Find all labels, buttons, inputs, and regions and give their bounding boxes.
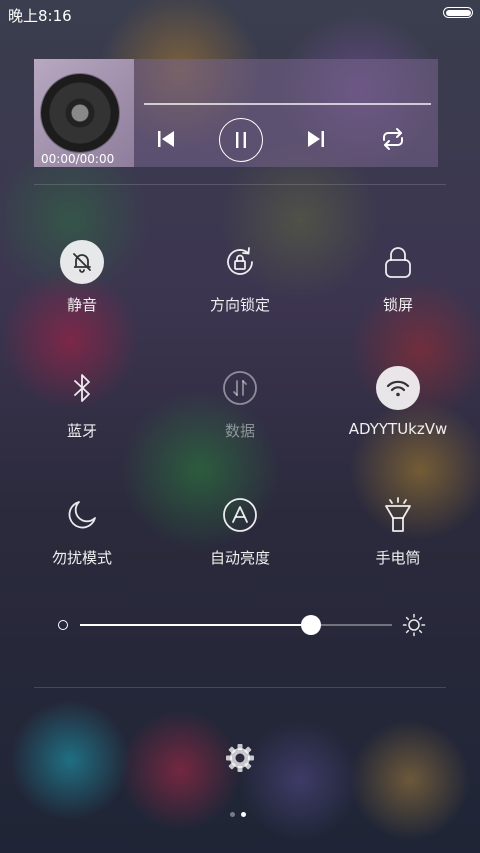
bell-off-icon [60, 240, 104, 284]
brightness-low-icon [58, 620, 68, 630]
rotation-lock-icon [218, 240, 262, 284]
skip-next-icon [308, 131, 324, 147]
toggle-bluetooth[interactable]: 蓝牙 [7, 366, 157, 456]
divider [34, 184, 446, 185]
toggle-flashlight[interactable]: 手电筒 [323, 493, 473, 583]
toggle-label: 锁屏 [382, 296, 413, 314]
toggle-label: 手电筒 [375, 549, 421, 567]
settings-button[interactable] [224, 742, 256, 774]
toggle-rotation-lock[interactable]: 方向锁定 [165, 240, 315, 330]
page-dot [241, 812, 246, 817]
status-time: 晚上8:16 [8, 7, 72, 25]
toggle-mobile-data[interactable]: 数据 [165, 366, 315, 456]
playback-progress[interactable] [144, 103, 431, 105]
brightness-thumb[interactable] [300, 615, 321, 635]
moon-icon [60, 493, 104, 537]
toggle-label: 自动亮度 [209, 549, 270, 567]
page-indicator [230, 812, 250, 820]
auto-brightness-icon [218, 493, 262, 537]
flashlight-icon [376, 493, 420, 537]
battery-icon [443, 7, 473, 18]
toggle-label: 方向锁定 [209, 296, 270, 314]
brightness-fill [80, 624, 311, 626]
bluetooth-icon [60, 366, 104, 410]
toggle-lock-screen[interactable]: 锁屏 [323, 240, 473, 330]
status-bar: 晚上8:16 [0, 0, 480, 28]
lock-icon [376, 240, 420, 284]
page-dot [230, 812, 235, 817]
brightness-track[interactable] [80, 615, 392, 635]
pause-icon [236, 132, 246, 148]
divider [34, 687, 446, 688]
toggle-label: 数据 [224, 422, 255, 440]
skip-previous-icon [158, 131, 174, 147]
gear-icon [226, 744, 254, 772]
next-button[interactable] [302, 125, 330, 153]
previous-button[interactable] [152, 125, 180, 153]
brightness-high-icon [402, 613, 426, 637]
toggle-mute[interactable]: 静音 [7, 240, 157, 330]
mobile-data-icon [218, 366, 262, 410]
album-art[interactable]: 00:00/00:00 [34, 59, 134, 167]
repeat-button[interactable] [378, 125, 408, 153]
pause-button[interactable] [219, 118, 263, 162]
toggle-wifi[interactable]: ADYYTUkzVw [323, 366, 473, 456]
music-player[interactable]: 00:00/00:00 [34, 59, 438, 167]
disc-icon [41, 74, 119, 152]
repeat-icon [383, 128, 403, 150]
toggle-do-not-disturb[interactable]: 勿扰模式 [7, 493, 157, 583]
toggle-label: 静音 [66, 296, 97, 314]
toggle-label: 勿扰模式 [51, 549, 112, 567]
toggle-label: ADYYTUkzVw [348, 420, 448, 438]
brightness-slider[interactable] [56, 612, 426, 638]
toggle-auto-brightness[interactable]: 自动亮度 [165, 493, 315, 583]
wifi-icon [376, 366, 420, 410]
battery-level [445, 9, 471, 16]
toggle-label: 蓝牙 [66, 422, 97, 440]
playback-time: 00:00/00:00 [41, 152, 115, 166]
